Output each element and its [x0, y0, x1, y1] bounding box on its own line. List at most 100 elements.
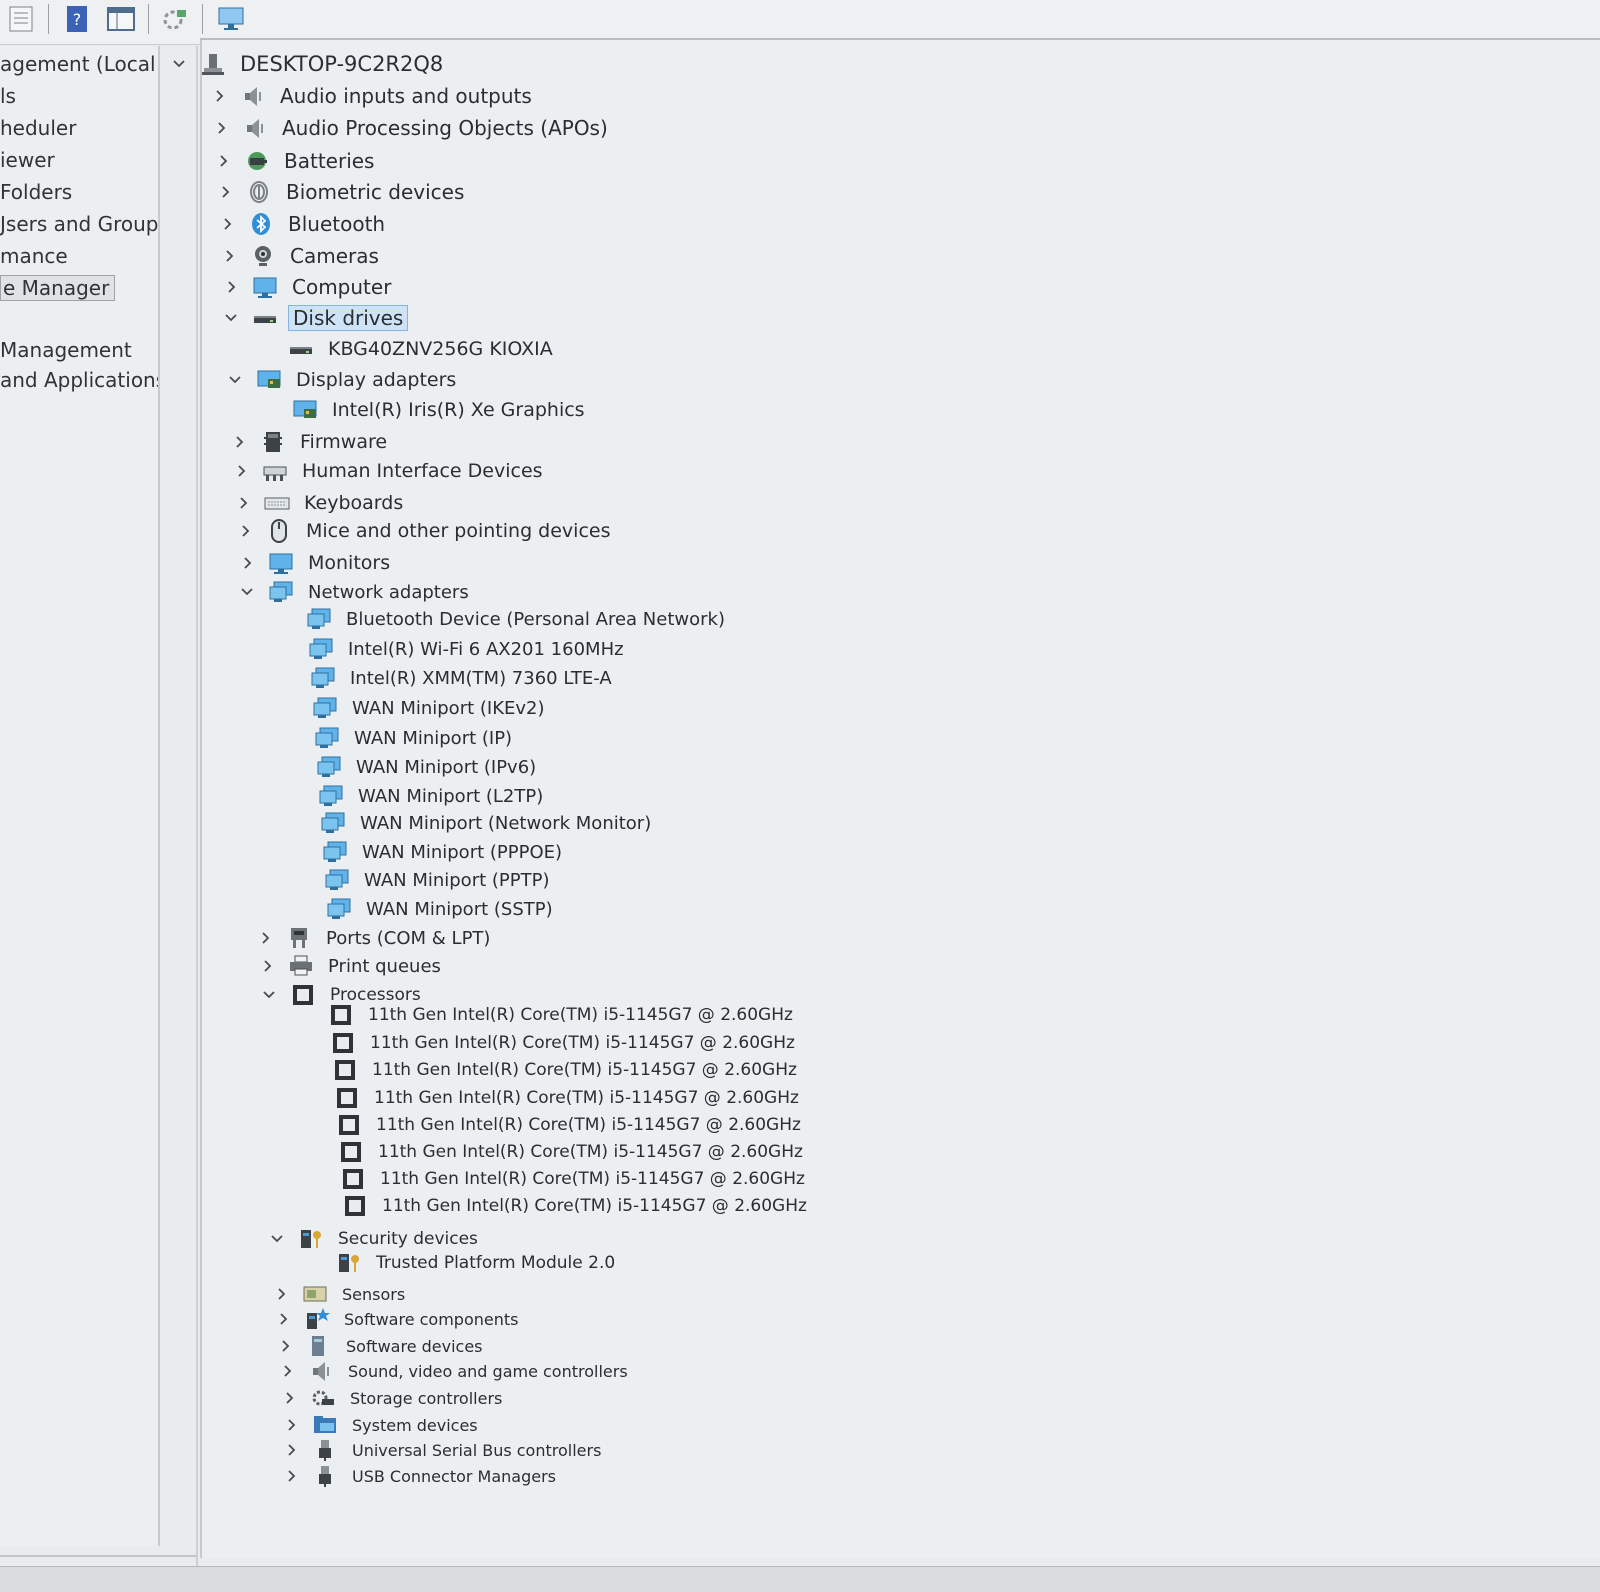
chevron-down-icon[interactable]: [226, 371, 244, 389]
help-icon[interactable]: ?: [62, 4, 92, 34]
chevron-down-icon[interactable]: [170, 55, 188, 73]
tree-category-biometric-devices[interactable]: Biometric devices: [216, 178, 468, 206]
tree-device-11th-gen-intel-r-core-tm-i5-1145g7-2-60ghz[interactable]: 11th Gen Intel(R) Core(TM) i5-1145G7 @ 2…: [310, 1165, 809, 1193]
tree-category-keyboards[interactable]: Keyboards: [234, 489, 407, 517]
chevron-right-icon[interactable]: [282, 1441, 300, 1459]
tree-device-intel-r-xmm-tm-7360-lte-a[interactable]: Intel(R) XMM(TM) 7360 LTE-A: [280, 664, 616, 692]
tree-category-software-components[interactable]: Software components: [274, 1305, 522, 1333]
scan-hardware-icon[interactable]: [216, 4, 246, 34]
tree-category-monitors[interactable]: Monitors: [238, 549, 394, 577]
update-driver-icon[interactable]: [160, 4, 190, 34]
chevron-right-icon[interactable]: [220, 247, 238, 265]
tree-category-audio-inputs-and-outputs[interactable]: Audio inputs and outputs: [210, 82, 536, 110]
tree-device-wan-miniport-sstp[interactable]: WAN Miniport (SSTP): [296, 895, 557, 923]
tree-category-usb-connector-managers[interactable]: USB Connector Managers: [282, 1462, 560, 1490]
chevron-right-icon[interactable]: [238, 554, 256, 572]
chevron-right-icon[interactable]: [278, 1362, 296, 1380]
chevron-right-icon[interactable]: [214, 152, 232, 170]
tree-category-human-interface-devices[interactable]: Human Interface Devices: [232, 457, 547, 485]
tree-device-trusted-platform-module-2-0[interactable]: Trusted Platform Module 2.0: [306, 1249, 619, 1277]
pane-splitter[interactable]: [160, 46, 198, 1566]
tree-device-11th-gen-intel-r-core-tm-i5-1145g7-2-60ghz[interactable]: 11th Gen Intel(R) Core(TM) i5-1145G7 @ 2…: [300, 1029, 799, 1057]
tree-device-intel-r-iris-r-xe-graphics[interactable]: Intel(R) Iris(R) Xe Graphics: [262, 396, 589, 424]
tree-device-wan-miniport-pppoe[interactable]: WAN Miniport (PPPOE): [292, 838, 566, 866]
nav-task-scheduler[interactable]: heduler: [0, 116, 76, 140]
tree-category-audio-processing-objects-apos[interactable]: Audio Processing Objects (APOs): [212, 114, 612, 142]
chevron-right-icon[interactable]: [230, 433, 248, 451]
chevron-down-icon[interactable]: [260, 986, 278, 1004]
tree-device-wan-miniport-network-monitor[interactable]: WAN Miniport (Network Monitor): [290, 809, 655, 837]
chevron-right-icon[interactable]: [222, 278, 240, 296]
tree-category-computer[interactable]: Computer: [222, 273, 395, 301]
tree-device-11th-gen-intel-r-core-tm-i5-1145g7-2-60ghz[interactable]: 11th Gen Intel(R) Core(TM) i5-1145G7 @ 2…: [306, 1111, 805, 1139]
tree-device-kbg40znv256g-kioxia[interactable]: KBG40ZNV256G KIOXIA: [258, 335, 557, 363]
tree-item-label: System devices: [352, 1415, 478, 1435]
tree-root-computer[interactable]: DESKTOP-9C2R2Q8: [170, 50, 447, 78]
chevron-right-icon[interactable]: [282, 1416, 300, 1434]
tree-item-label: Audio Processing Objects (APOs): [282, 116, 608, 140]
chevron-right-icon[interactable]: [282, 1467, 300, 1485]
tree-device-wan-miniport-pptp[interactable]: WAN Miniport (PPTP): [294, 866, 553, 894]
chevron-right-icon[interactable]: [272, 1285, 290, 1303]
chevron-down-icon[interactable]: [222, 309, 240, 327]
tree-device-11th-gen-intel-r-core-tm-i5-1145g7-2-60ghz[interactable]: 11th Gen Intel(R) Core(TM) i5-1145G7 @ 2…: [302, 1056, 801, 1084]
tree-category-cameras[interactable]: Cameras: [220, 242, 383, 270]
nav-device-manager[interactable]: e Manager: [0, 275, 116, 301]
tree-category-storage-controllers[interactable]: Storage controllers: [280, 1384, 506, 1412]
chevron-right-icon[interactable]: [276, 1337, 294, 1355]
tree-category-print-queues[interactable]: Print queues: [258, 952, 445, 980]
nav-shared-folders[interactable]: Folders: [0, 180, 72, 204]
tree-category-batteries[interactable]: Batteries: [214, 147, 378, 175]
chevron-right-icon[interactable]: [258, 957, 276, 975]
nav-disk-management[interactable]: Management: [0, 338, 132, 362]
network-adapter-icon: [322, 840, 348, 864]
nav-computer-management[interactable]: agement (Local: [0, 52, 156, 76]
tree-device-wan-miniport-l2tp[interactable]: WAN Miniport (L2TP): [288, 782, 547, 810]
processor-icon: [336, 1113, 362, 1137]
tree-category-sound-video-and-game-controllers[interactable]: Sound, video and game controllers: [278, 1357, 632, 1385]
tree-device-wan-miniport-ipv6[interactable]: WAN Miniport (IPv6): [286, 753, 540, 781]
nav-event-viewer[interactable]: iewer: [0, 148, 55, 172]
chevron-right-icon[interactable]: [236, 522, 254, 540]
chevron-right-icon[interactable]: [212, 119, 230, 137]
tree-item-label: USB Connector Managers: [352, 1466, 557, 1486]
tree-device-intel-r-wi-fi-6-ax201-160mhz[interactable]: Intel(R) Wi-Fi 6 AX201 160MHz: [278, 635, 628, 663]
tree-device-wan-miniport-ikev2[interactable]: WAN Miniport (IKEv2): [282, 694, 549, 722]
chevron-right-icon[interactable]: [274, 1310, 292, 1328]
tree-item-label: WAN Miniport (IKEv2): [352, 697, 545, 719]
properties-icon[interactable]: [6, 4, 36, 34]
chevron-right-icon[interactable]: [216, 183, 234, 201]
tree-category-sensors[interactable]: Sensors: [272, 1280, 409, 1308]
tree-device-11th-gen-intel-r-core-tm-i5-1145g7-2-60ghz[interactable]: 11th Gen Intel(R) Core(TM) i5-1145G7 @ 2…: [308, 1138, 807, 1166]
tree-category-disk-drives[interactable]: Disk drives: [222, 304, 409, 332]
chevron-down-icon[interactable]: [268, 1230, 286, 1248]
chevron-right-icon[interactable]: [280, 1389, 298, 1407]
chevron-right-icon[interactable]: [234, 494, 252, 512]
tree-device-11th-gen-intel-r-core-tm-i5-1145g7-2-60ghz[interactable]: 11th Gen Intel(R) Core(TM) i5-1145G7 @ 2…: [304, 1084, 803, 1112]
chevron-right-icon[interactable]: [256, 929, 274, 947]
tree-category-software-devices[interactable]: Software devices: [276, 1332, 487, 1360]
show-hide-console-tree-icon[interactable]: [106, 4, 136, 34]
nav-performance[interactable]: mance: [0, 244, 68, 268]
chevron-right-icon[interactable]: [210, 87, 228, 105]
tree-device-bluetooth-device-personal-area-network[interactable]: Bluetooth Device (Personal Area Network): [276, 605, 729, 633]
tree-category-bluetooth[interactable]: Bluetooth: [218, 210, 389, 238]
tree-item-label: Firmware: [300, 431, 388, 453]
tree-device-wan-miniport-ip[interactable]: WAN Miniport (IP): [284, 724, 516, 752]
tree-category-universal-serial-bus-controllers[interactable]: Universal Serial Bus controllers: [282, 1436, 605, 1464]
tree-device-11th-gen-intel-r-core-tm-i5-1145g7-2-60ghz[interactable]: 11th Gen Intel(R) Core(TM) i5-1145G7 @ 2…: [312, 1192, 811, 1220]
tree-category-system-devices[interactable]: System devices: [282, 1411, 482, 1439]
chevron-down-icon[interactable]: [238, 583, 256, 601]
nav-system-tools[interactable]: ls: [0, 84, 16, 108]
chevron-right-icon[interactable]: [218, 215, 236, 233]
tree-category-firmware[interactable]: Firmware: [230, 428, 391, 456]
tree-category-mice-and-other-pointing-devices[interactable]: Mice and other pointing devices: [236, 517, 614, 545]
nav-services-and-applications[interactable]: and Applications: [0, 368, 158, 392]
tree-category-ports-com-lpt[interactable]: Ports (COM & LPT): [256, 924, 494, 952]
tree-device-11th-gen-intel-r-core-tm-i5-1145g7-2-60ghz[interactable]: 11th Gen Intel(R) Core(TM) i5-1145G7 @ 2…: [298, 1001, 797, 1029]
nav-local-users-and-groups[interactable]: Jsers and Groups: [0, 212, 158, 236]
chevron-right-icon[interactable]: [232, 462, 250, 480]
tree-category-network-adapters[interactable]: Network adapters: [238, 578, 473, 606]
tree-category-display-adapters[interactable]: Display adapters: [226, 366, 460, 394]
